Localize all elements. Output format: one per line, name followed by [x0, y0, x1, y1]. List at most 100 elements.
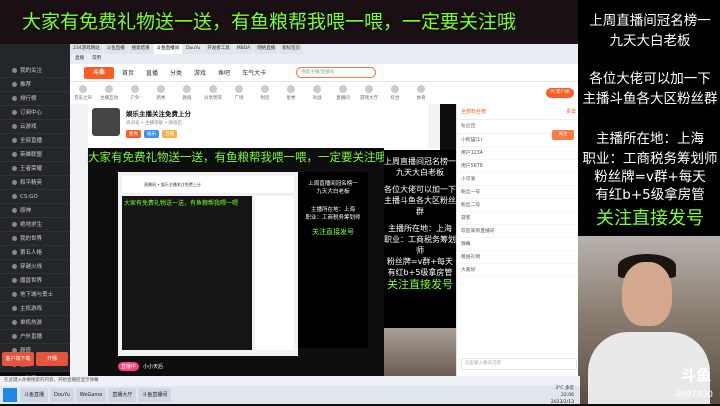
scrolling-banner: 大家有免费礼物送一送，有鱼粮帮我喂一喂，一定要关注哦 — [0, 0, 580, 44]
center-line: 九天大白老板 — [396, 168, 444, 177]
category-icon — [391, 85, 399, 93]
category-icon — [105, 85, 113, 93]
nav-item[interactable]: 首页 — [122, 68, 134, 77]
category-label: 对战 — [312, 96, 322, 101]
sidebar-item[interactable]: 地下城与勇士 — [0, 288, 70, 302]
follow-button[interactable]: 关注 — [552, 130, 574, 140]
nav-item[interactable]: 游戏 — [194, 68, 206, 77]
sidebar-item[interactable]: 王者荣耀 — [0, 162, 70, 176]
sidebar-item[interactable]: 第五人格 — [0, 246, 70, 260]
category-item[interactable]: 游戏大厅 — [356, 85, 382, 101]
bookmark-item[interactable]: 直播 — [75, 54, 84, 64]
search-input[interactable]: 搜索主播/直播间 — [296, 67, 377, 78]
room-tag[interactable]: 娱乐 — [144, 130, 159, 138]
browser-tab[interactable]: 搜索结果 — [128, 44, 153, 54]
category-item[interactable]: 综合 — [382, 85, 408, 101]
sidebar-item[interactable]: 云游戏 — [0, 120, 70, 134]
sidebar-item[interactable]: 推荐 — [0, 78, 70, 92]
nav-item[interactable]: 鱼吧 — [218, 68, 230, 77]
nav-item[interactable]: 车气大卡 — [242, 68, 266, 77]
taskbar-item[interactable]: 斗鱼直播间 — [138, 388, 172, 402]
category-item[interactable]: 对战 — [304, 85, 330, 101]
category-item[interactable]: 户外 — [122, 85, 148, 101]
sidebar-item[interactable]: 主机游戏 — [0, 302, 70, 316]
sidebar-buttons: 客户端下载 开播 — [2, 352, 68, 366]
taskbar-item[interactable]: 直播大厅 — [108, 388, 137, 402]
sidebar-item[interactable]: 订阅中心 — [0, 106, 70, 120]
browser-tab[interactable]: 新标签页 — [279, 44, 304, 54]
sidebar-item-label: 户外直播 — [20, 334, 43, 340]
room-header: 娱乐主播关注免费上分 房间号 • 主播等级 • 颜值区 星秀 娱乐 直播 — [88, 104, 428, 148]
streamer-avatar[interactable] — [92, 108, 120, 136]
sidebar-item[interactable]: 魔兽世界 — [0, 274, 70, 288]
nav-item[interactable]: 直播 — [146, 68, 158, 77]
browser-chrome: 234游戏网站 斗鱼直播 搜索结果 斗鱼直播间 DouYu 开发者工具 MBDA… — [0, 44, 580, 64]
taskbar-item[interactable]: WeGame — [75, 388, 107, 402]
category-item[interactable]: 广场 — [226, 85, 252, 101]
taskbar-item[interactable]: DouYu — [50, 388, 74, 402]
bookmark-item[interactable]: 常用 — [92, 54, 101, 64]
douyu-logo[interactable]: 斗鱼 — [84, 66, 114, 79]
vip-tab[interactable]: 贵宾 — [566, 104, 576, 119]
category-label: 主播互动 — [100, 96, 118, 101]
pc-client-button[interactable]: PC客户端 — [546, 88, 574, 98]
category-item[interactable]: 星秀 — [278, 85, 304, 101]
category-item[interactable]: 音乐之声 — [70, 85, 96, 101]
sidebar-item-icon — [12, 320, 17, 325]
nav-item[interactable]: 分类 — [170, 68, 182, 77]
sidebar-item[interactable]: 全部直播 — [0, 134, 70, 148]
sidebar-item[interactable]: CS:GO — [0, 190, 70, 204]
sidebar-item-icon — [12, 194, 17, 199]
category-item[interactable]: 新秀 — [148, 85, 174, 101]
center-line: 粉丝牌=v群+每天 — [386, 257, 454, 266]
browser-tab[interactable]: MBDA — [233, 44, 254, 54]
category-item[interactable]: 分享赞赏 — [200, 85, 226, 101]
sidebar-item[interactable]: 我的关注 — [0, 64, 70, 78]
client-download-button[interactable]: 客户端下载 — [2, 352, 34, 366]
sidebar-item[interactable]: 我的世界 — [0, 232, 70, 246]
browser-tab[interactable]: 斗鱼直播 — [103, 44, 128, 54]
chat-input[interactable]: 这里输入聊天内容 — [461, 358, 577, 370]
sidebar-item-label: 我的关注 — [20, 68, 43, 74]
sidebar-item[interactable]: 单机热游 — [0, 316, 70, 330]
category-item[interactable]: 主播互动 — [96, 85, 122, 101]
category-item[interactable]: 附近 — [252, 85, 278, 101]
sidebar-item-icon — [12, 264, 17, 269]
sidebar-item[interactable]: 户外直播 — [0, 330, 70, 344]
system-tray: 3°C 多云 22:06 2023/2/13 — [551, 385, 580, 406]
video-player[interactable]: 直播间 • 娱乐主播关注免费上分 大家有免费礼物送一送，有鱼粮帮我喂一喂 上周直… — [88, 148, 384, 376]
chat-row: 弹幕 — [457, 238, 580, 251]
browser-tab[interactable]: 开发者工具 — [204, 44, 233, 54]
sidebar-item[interactable]: 排行榜 — [0, 92, 70, 106]
tray-weather: 3°C 多云 — [555, 385, 574, 391]
sidebar-item-label: 全部直播 — [20, 138, 43, 144]
sidebar-item[interactable]: 穿越火线 — [0, 260, 70, 274]
taskbar-item[interactable]: 斗鱼直播 — [20, 388, 49, 402]
sidebar-item[interactable]: 原神 — [0, 204, 70, 218]
browser-tab[interactable]: DouYu — [183, 44, 204, 54]
start-broadcast-button[interactable]: 开播 — [36, 352, 68, 366]
inner-col-line: 九天大白老板 — [316, 189, 350, 195]
chat-row: 粉丝二号 — [457, 199, 580, 212]
sidebar-item-label: 魔兽世界 — [20, 278, 43, 284]
fan-rank-tab[interactable]: 全部粉丝榜 — [461, 104, 486, 119]
sidebar-item[interactable]: 绝地求生 — [0, 218, 70, 232]
room-tag[interactable]: 星秀 — [126, 130, 141, 138]
category-list: 音乐之声 主播互动 户外 新秀 颜值 分享赞赏 广场 附近 星秀 对战 直播间 游戏大厅 综合 体育 — [70, 85, 434, 101]
sidebar-item[interactable]: 英雄联盟 — [0, 148, 70, 162]
sidebar-item[interactable]: 和平精英 — [0, 176, 70, 190]
webcam-view: 斗鱼 4097830 — [578, 236, 720, 404]
browser-tab-active[interactable]: 斗鱼直播间 — [153, 44, 183, 54]
category-item[interactable]: 直播间 — [330, 85, 356, 101]
category-item[interactable]: 颜值 — [174, 85, 200, 101]
category-icon — [287, 85, 295, 93]
room-tag[interactable]: 直播 — [162, 130, 177, 138]
browser-tab[interactable]: 网络直播 — [254, 44, 279, 54]
start-button[interactable] — [3, 388, 17, 402]
browser-tab[interactable]: 234游戏网站 — [70, 44, 103, 54]
sidebar-item-icon — [12, 334, 17, 339]
sidebar-item-icon — [12, 292, 17, 297]
room-meta: 房间号 • 主播等级 • 颜值区 — [126, 121, 183, 126]
category-item[interactable]: 体育 — [408, 85, 434, 101]
